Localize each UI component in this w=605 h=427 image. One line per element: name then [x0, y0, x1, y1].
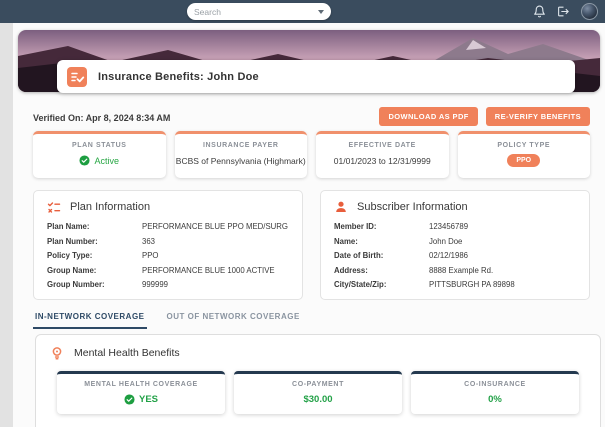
reverify-benefits-button[interactable]: RE-VERIFY BENEFITS: [485, 107, 590, 126]
row-value: PERFORMANCE BLUE 1000 ACTIVE: [142, 265, 275, 275]
plan-info-row: Policy Type: PPO: [47, 251, 289, 260]
insurance-payer-value: BCBS of Pennsylvania (Highmark): [175, 156, 306, 166]
policy-type-card: POLICY TYPE PPO: [457, 131, 590, 178]
main-content: Insurance Benefits: John Doe Verified On…: [13, 23, 605, 427]
co-insurance-card: CO-INSURANCE 0%: [411, 371, 579, 414]
coverage-label: MENTAL HEALTH COVERAGE: [84, 381, 198, 388]
verified-on-text: Verified On: Apr 8, 2024 8:34 AM: [33, 113, 171, 123]
yes-check-icon: [124, 394, 135, 405]
user-avatar[interactable]: [581, 3, 598, 20]
row-label: Group Name:: [47, 265, 97, 275]
subscriber-person-icon: [336, 201, 346, 212]
benefit-cards-row: MENTAL HEALTH COVERAGE YES CO-PAYMENT $3…: [36, 369, 600, 414]
plan-info-row: Plan Number: 363: [47, 237, 289, 246]
benefits-checklist-icon: [67, 66, 87, 87]
information-cards-row: Plan Information Plan Name: PERFORMANCE …: [33, 190, 590, 300]
policy-type-label: POLICY TYPE: [497, 142, 551, 149]
co-payment-card: CO-PAYMENT $30.00: [234, 371, 402, 414]
plan-info-row: Group Number: 999999: [47, 280, 289, 289]
plan-status-value: Active: [94, 155, 119, 166]
plan-info-row: Plan Name: PERFORMANCE BLUE PPO MED/SURG: [47, 222, 289, 231]
co-payment-label: CO-PAYMENT: [292, 381, 344, 388]
co-payment-value: $30.00: [303, 394, 333, 405]
row-value: PERFORMANCE BLUE PPO MED/SURG: [142, 222, 288, 231]
mental-health-lightbulb-icon: [52, 347, 62, 360]
active-check-icon: [79, 155, 91, 166]
notifications-bell-icon[interactable]: [533, 5, 546, 18]
effective-date-label: EFFECTIVE DATE: [348, 142, 416, 149]
logout-icon[interactable]: [557, 5, 570, 18]
subscriber-information-card: Subscriber Information Member ID: 123456…: [320, 190, 590, 300]
download-as-pdf-button[interactable]: DOWNLOAD AS PDF: [379, 107, 478, 126]
coverage-tabs: IN-NETWORK COVERAGE OUT OF NETWORK COVER…: [33, 307, 302, 329]
plan-information-title: Plan Information: [70, 201, 151, 213]
mental-health-benefits-title: Mental Health Benefits: [74, 347, 180, 359]
row-label: Name:: [334, 236, 358, 246]
row-value: 363: [142, 236, 156, 246]
row-value: John Doe: [429, 236, 463, 246]
co-insurance-value: 0%: [488, 394, 502, 405]
effective-date-value: 01/01/2023 to 12/31/9999: [333, 156, 431, 166]
plan-status-label: PLAN STATUS: [71, 142, 127, 149]
search-bar[interactable]: [187, 3, 331, 20]
page-title-card: Insurance Benefits: John Doe: [57, 60, 575, 93]
tab-out-of-network-coverage[interactable]: OUT OF NETWORK COVERAGE: [165, 307, 302, 329]
plan-info-row: Group Name: PERFORMANCE BLUE 1000 ACTIVE: [47, 266, 289, 275]
row-value: 123456789: [429, 222, 469, 231]
row-value: PPO: [142, 251, 159, 260]
row-label: City/State/Zip:: [334, 280, 387, 289]
mental-health-coverage-card: MENTAL HEALTH COVERAGE YES: [57, 371, 225, 414]
left-gutter: [0, 23, 13, 427]
row-value: 999999: [142, 280, 169, 289]
row-label: Plan Name:: [47, 222, 90, 231]
plan-rule-checklist-icon: [47, 202, 61, 213]
subscriber-information-title: Subscriber Information: [357, 201, 468, 213]
subscriber-info-row: Member ID: 123456789: [334, 222, 576, 231]
insurance-payer-label: INSURANCE PAYER: [202, 142, 279, 149]
row-value: 02/12/1986: [429, 251, 469, 260]
plan-status-card: PLAN STATUS Active: [33, 131, 166, 178]
subscriber-info-row: Address: 8888 Example Rd.: [334, 266, 576, 275]
page-title: Insurance Benefits: John Doe: [98, 70, 259, 83]
co-insurance-label: CO-INSURANCE: [464, 381, 526, 388]
top-navbar: [0, 0, 605, 23]
subscriber-info-row: City/State/Zip: PITTSBURGH PA 89898: [334, 280, 576, 289]
row-label: Group Number:: [47, 280, 105, 289]
coverage-value: YES: [138, 394, 158, 405]
tab-in-network-coverage[interactable]: IN-NETWORK COVERAGE: [33, 307, 147, 329]
insurance-payer-card: INSURANCE PAYER BCBS of Pennsylvania (Hi…: [174, 131, 307, 178]
row-value: PITTSBURGH PA 89898: [429, 280, 515, 289]
subscriber-info-row: Date of Birth: 02/12/1986: [334, 251, 576, 260]
subscriber-info-row: Name: John Doe: [334, 237, 576, 246]
row-value: 8888 Example Rd.: [429, 265, 494, 275]
search-input[interactable]: [194, 6, 318, 17]
effective-date-card: EFFECTIVE DATE 01/01/2023 to 12/31/9999: [316, 131, 449, 178]
row-label: Plan Number:: [47, 236, 98, 246]
row-label: Policy Type:: [47, 251, 93, 260]
plan-information-card: Plan Information Plan Name: PERFORMANCE …: [33, 190, 303, 300]
mental-health-benefits-card: Mental Health Benefits MENTAL HEALTH COV…: [35, 334, 601, 427]
row-label: Date of Birth:: [334, 251, 384, 260]
policy-type-badge: PPO: [507, 154, 541, 167]
row-label: Address:: [334, 265, 368, 275]
summary-cards-row: PLAN STATUS Active INSURANCE PAYER BCBS …: [33, 131, 590, 178]
row-label: Member ID:: [334, 222, 377, 231]
search-dropdown-caret-icon[interactable]: [318, 9, 324, 14]
